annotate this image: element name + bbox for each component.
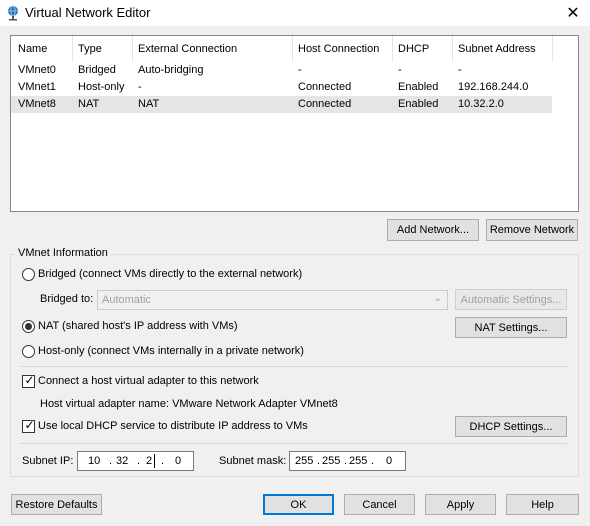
column-header-subnet[interactable]: Subnet Address (458, 43, 536, 55)
checkmark-icon: ✓ (24, 418, 35, 432)
subnet-mask-label: Subnet mask: (219, 455, 287, 467)
divider (20, 366, 567, 367)
automatic-settings-button[interactable]: Automatic Settings... (455, 289, 567, 310)
nat-radio[interactable] (22, 320, 35, 333)
ok-button[interactable]: OK (263, 494, 334, 515)
connect-adapter-label[interactable]: Connect a host virtual adapter to this n… (38, 375, 259, 387)
connect-adapter-checkbox[interactable]: ✓ (22, 373, 35, 388)
bridged-radio-label[interactable]: Bridged (connect VMs directly to the ext… (38, 268, 302, 280)
column-header-external[interactable]: External Connection (138, 43, 237, 55)
use-dhcp-checkbox[interactable]: ✓ (22, 418, 35, 433)
nat-radio-label[interactable]: NAT (shared host's IP address with VMs) (38, 320, 238, 332)
remove-network-button[interactable]: Remove Network (486, 219, 578, 241)
network-list[interactable]: Name Type External Connection Host Conne… (10, 35, 579, 212)
divider (20, 443, 567, 444)
add-network-button[interactable]: Add Network... (387, 219, 479, 241)
column-header-type[interactable]: Type (78, 43, 102, 55)
vmnet-info-label: VMnet Information (15, 247, 111, 259)
bridged-to-label: Bridged to: (40, 293, 94, 305)
subnet-ip-field[interactable]: 10 . 32 . 2 . 0 (77, 451, 194, 471)
window-title: Virtual Network Editor (25, 5, 151, 20)
column-header-dhcp[interactable]: DHCP (398, 43, 429, 55)
dhcp-settings-button[interactable]: DHCP Settings... (455, 416, 567, 437)
hostonly-radio-label[interactable]: Host-only (connect VMs internally in a p… (38, 345, 304, 357)
list-header: Name Type External Connection Host Conne… (11, 36, 578, 62)
help-button[interactable]: Help (506, 494, 579, 515)
close-icon: ✕ (566, 5, 580, 22)
text-cursor (154, 454, 155, 468)
close-button[interactable]: ✕ (556, 0, 590, 26)
network-globe-icon (8, 5, 18, 21)
bridged-radio[interactable] (22, 268, 35, 281)
bridged-to-select[interactable]: Automatic ⌄ (97, 290, 448, 310)
checkmark-icon: ✓ (24, 373, 35, 387)
table-row[interactable]: VMnet1 Host-only - Connected Enabled 192… (11, 79, 552, 96)
title-bar: Virtual Network Editor ✕ (0, 0, 590, 26)
cancel-button[interactable]: Cancel (344, 494, 415, 515)
use-dhcp-label[interactable]: Use local DHCP service to distribute IP … (38, 420, 308, 432)
table-row[interactable]: VMnet0 Bridged Auto-bridging - - - (11, 62, 552, 79)
chevron-down-icon: ⌄ (433, 293, 442, 304)
column-header-name[interactable]: Name (18, 43, 47, 55)
table-row-selected[interactable]: VMnet8 NAT NAT Connected Enabled 10.32.2… (11, 96, 552, 113)
apply-button[interactable]: Apply (425, 494, 496, 515)
restore-defaults-button[interactable]: Restore Defaults (11, 494, 102, 515)
hostonly-radio[interactable] (22, 345, 35, 358)
subnet-ip-label: Subnet IP: (22, 455, 74, 467)
column-header-host[interactable]: Host Connection (298, 43, 379, 55)
adapter-name-text: Host virtual adapter name: VMware Networ… (40, 398, 338, 410)
nat-settings-button[interactable]: NAT Settings... (455, 317, 567, 338)
subnet-mask-field[interactable]: 255 . 255 . 255 . 0 (289, 451, 406, 471)
